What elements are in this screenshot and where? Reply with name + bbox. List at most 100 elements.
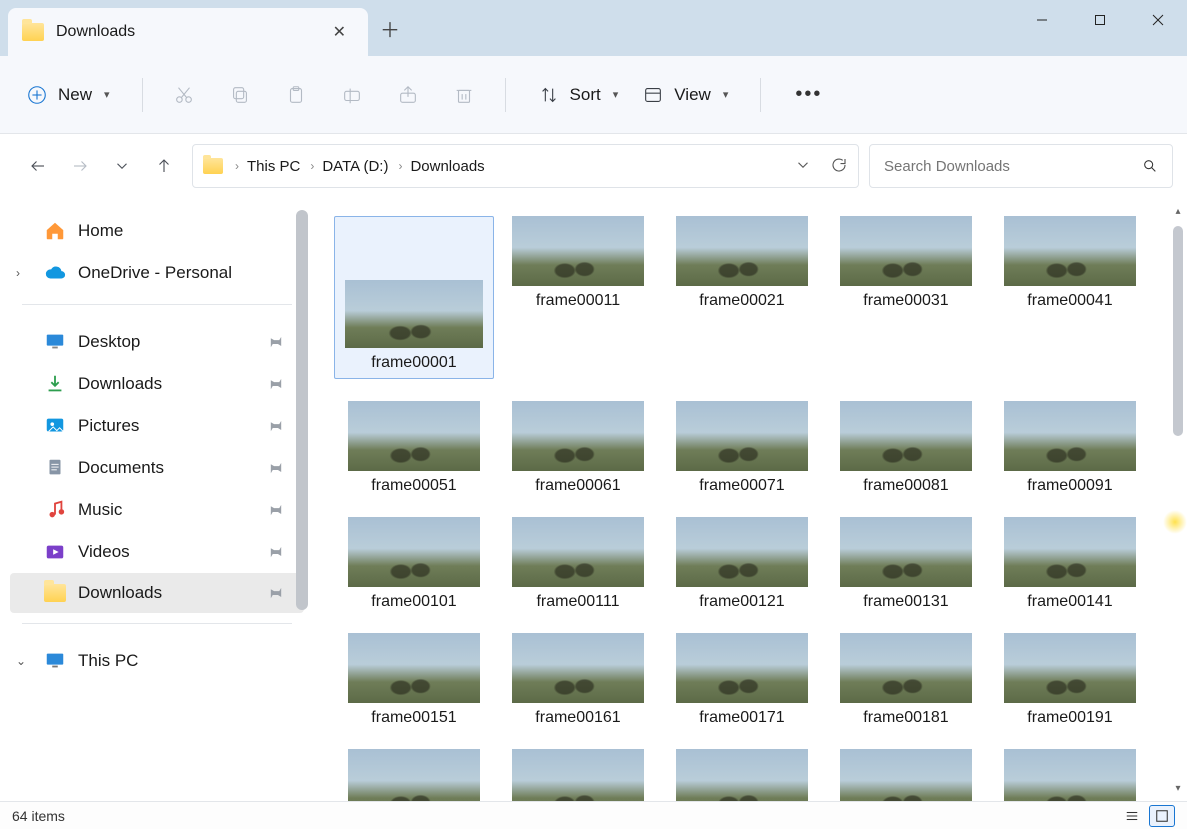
pin-icon — [256, 451, 289, 484]
separator — [22, 623, 292, 624]
file-item[interactable]: frame00231 — [826, 749, 986, 801]
refresh-button[interactable] — [830, 156, 848, 177]
search-box[interactable] — [869, 144, 1173, 188]
file-item[interactable]: frame00001 — [334, 216, 494, 379]
sidebar-item-documents[interactable]: Documents — [10, 447, 304, 489]
thumbnail — [512, 749, 644, 801]
sidebar-item-label: This PC — [78, 651, 138, 671]
file-item[interactable]: frame00131 — [826, 517, 986, 611]
search-icon — [1142, 158, 1158, 174]
file-item[interactable]: frame00061 — [498, 401, 658, 495]
file-item[interactable]: frame00161 — [498, 633, 658, 727]
sort-label: Sort — [570, 85, 601, 105]
sidebar-item-label: Music — [78, 500, 122, 520]
delete-button[interactable] — [447, 78, 481, 112]
file-item[interactable]: frame00191 — [990, 633, 1150, 727]
copy-button[interactable] — [223, 78, 257, 112]
address-bar[interactable]: › This PC › DATA (D:)› Downloads — [192, 144, 859, 188]
file-item[interactable]: frame00181 — [826, 633, 986, 727]
maximize-button[interactable] — [1071, 0, 1129, 40]
share-button[interactable] — [391, 78, 425, 112]
recent-locations-button[interactable] — [110, 154, 134, 178]
address-dropdown-button[interactable] — [794, 156, 812, 177]
file-item[interactable]: frame00241 — [990, 749, 1150, 801]
sidebar-item-videos[interactable]: Videos — [10, 531, 304, 573]
scroll-down-button[interactable]: ▾ — [1171, 781, 1185, 795]
breadcrumb-item[interactable]: Downloads — [410, 158, 484, 175]
minimize-button[interactable] — [1013, 0, 1071, 40]
file-item[interactable]: frame00171 — [662, 633, 822, 727]
file-name-label: frame00021 — [662, 292, 822, 310]
details-view-button[interactable] — [1119, 805, 1145, 827]
thumbnail — [840, 401, 972, 471]
file-name-label: frame00041 — [990, 292, 1150, 310]
breadcrumb-item[interactable]: DATA (D:)› — [322, 158, 402, 175]
thumbnail — [1004, 633, 1136, 703]
pin-icon — [256, 367, 289, 400]
folder-icon — [22, 23, 44, 41]
close-tab-button[interactable]: ✕ — [325, 18, 354, 46]
scrollbar-thumb[interactable] — [1173, 226, 1183, 436]
sidebar-item-home[interactable]: Home — [10, 210, 304, 252]
thumbnails-view-button[interactable] — [1149, 805, 1175, 827]
window-controls — [1013, 0, 1187, 40]
view-button[interactable]: View ▾ — [634, 78, 736, 112]
thumbnail — [676, 749, 808, 801]
file-name-label: frame00191 — [990, 709, 1150, 727]
search-input[interactable] — [884, 158, 1142, 175]
sidebar-item-downloads[interactable]: Downloads — [10, 363, 304, 405]
close-window-button[interactable] — [1129, 0, 1187, 40]
up-button[interactable] — [152, 154, 176, 178]
breadcrumb-label: This PC — [247, 158, 300, 175]
file-item[interactable]: frame00011 — [498, 216, 658, 379]
sidebar-item-thispc[interactable]: ⌄ This PC — [10, 640, 304, 682]
sidebar-item-label: Home — [78, 221, 123, 241]
breadcrumb-item[interactable]: This PC › — [247, 158, 314, 175]
sidebar-scrollbar[interactable] — [296, 210, 308, 610]
new-tab-button[interactable]: ＋ — [368, 6, 412, 50]
scroll-up-button[interactable]: ▴ — [1171, 204, 1185, 218]
file-name-label: frame00071 — [662, 477, 822, 495]
file-item[interactable]: frame00151 — [334, 633, 494, 727]
view-label: View — [674, 85, 711, 105]
file-item[interactable]: frame00211 — [498, 749, 658, 801]
tab-downloads[interactable]: Downloads ✕ — [8, 8, 368, 56]
pin-icon — [256, 493, 289, 526]
chevron-right-icon: › — [310, 159, 314, 173]
file-item[interactable]: frame00071 — [662, 401, 822, 495]
file-item[interactable]: frame00101 — [334, 517, 494, 611]
paste-button[interactable] — [279, 78, 313, 112]
thumbnail — [1004, 749, 1136, 801]
new-button[interactable]: New ▾ — [18, 78, 118, 112]
file-item[interactable]: frame00081 — [826, 401, 986, 495]
file-item[interactable]: frame00141 — [990, 517, 1150, 611]
sidebar-item-onedrive[interactable]: › OneDrive - Personal — [10, 252, 304, 294]
sidebar-item-desktop[interactable]: Desktop — [10, 321, 304, 363]
sidebar-item-pictures[interactable]: Pictures — [10, 405, 304, 447]
sidebar-item-music[interactable]: Music — [10, 489, 304, 531]
file-item[interactable]: frame00201 — [334, 749, 494, 801]
expand-icon[interactable]: › — [16, 266, 20, 280]
sidebar-item-downloads[interactable]: Downloads — [10, 573, 304, 613]
file-item[interactable]: frame00031 — [826, 216, 986, 379]
file-item[interactable]: frame00021 — [662, 216, 822, 379]
forward-button[interactable] — [68, 154, 92, 178]
file-name-label: frame00131 — [826, 593, 986, 611]
scrollbar[interactable]: ▴ ▾ — [1171, 202, 1185, 797]
file-item[interactable]: frame00041 — [990, 216, 1150, 379]
expand-icon[interactable]: ⌄ — [16, 654, 26, 668]
sort-button[interactable]: Sort ▾ — [530, 78, 627, 112]
back-button[interactable] — [26, 154, 50, 178]
thumbnail — [840, 633, 972, 703]
file-item[interactable]: frame00051 — [334, 401, 494, 495]
file-item[interactable]: frame00091 — [990, 401, 1150, 495]
thumbnail — [676, 216, 808, 286]
more-button[interactable]: ••• — [785, 77, 832, 112]
file-item[interactable]: frame00121 — [662, 517, 822, 611]
file-item[interactable]: frame00111 — [498, 517, 658, 611]
rename-button[interactable] — [335, 78, 369, 112]
cut-button[interactable] — [167, 78, 201, 112]
file-list[interactable]: frame00001frame00011frame00021frame00031… — [310, 198, 1187, 801]
file-item[interactable]: frame00221 — [662, 749, 822, 801]
chevron-down-icon: ▾ — [723, 88, 729, 101]
